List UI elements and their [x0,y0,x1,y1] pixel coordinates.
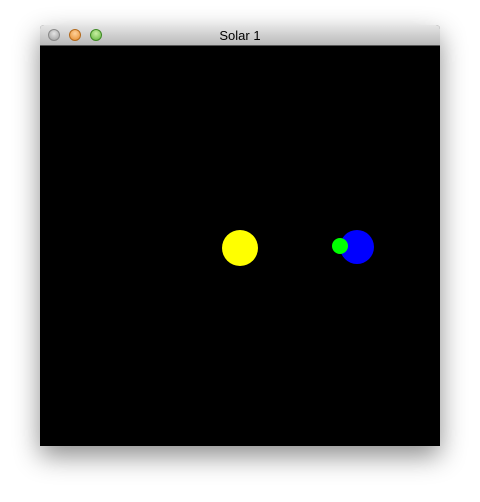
sun-body [222,230,258,266]
window-title: Solar 1 [219,28,261,43]
render-canvas [40,46,440,446]
app-window: Solar 1 [40,25,440,446]
title-bar[interactable]: Solar 1 [40,25,440,46]
moon-body [332,238,348,254]
